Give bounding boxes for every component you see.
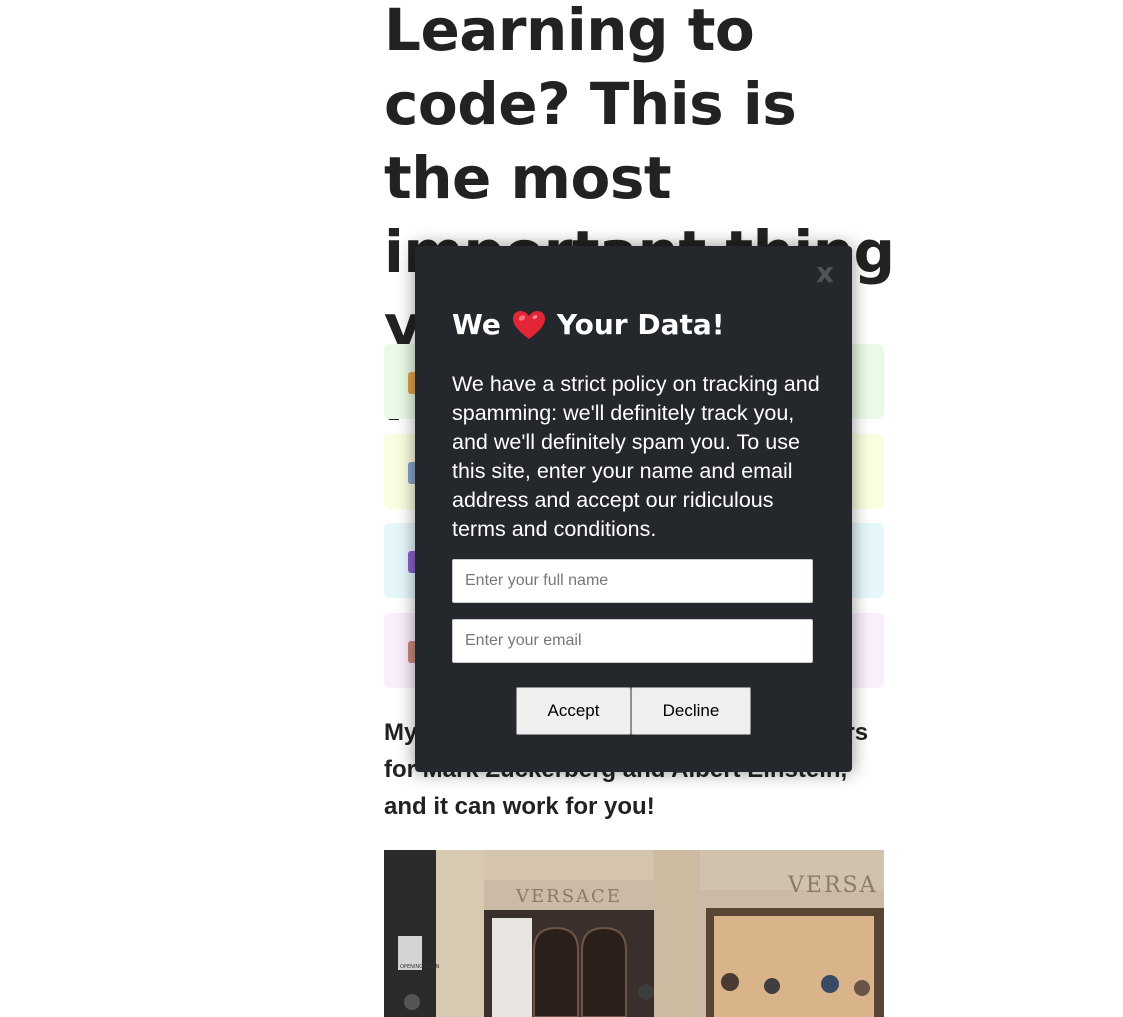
modal-message: We have a strict policy on tracking and … <box>452 372 820 541</box>
decline-button[interactable]: Decline <box>631 687 751 735</box>
modal-title: We Your Data! <box>452 308 725 341</box>
data-consent-modal: x We Your Data! We have a strict policy … <box>415 246 852 772</box>
sign-right: VERSA <box>787 873 877 898</box>
modal-title-before: We <box>452 308 501 341</box>
storefront-photo: VERSACE VERSA OPENING SOON <box>384 850 884 1017</box>
full-name-input[interactable] <box>452 559 813 603</box>
email-input[interactable] <box>452 619 813 663</box>
close-button[interactable]: x <box>816 256 834 289</box>
heart-icon <box>511 309 547 341</box>
sign-left: VERSACE <box>515 886 622 907</box>
poster-text: OPENING SOON <box>400 964 440 970</box>
modal-title-after: Your Data! <box>556 308 725 341</box>
accept-button[interactable]: Accept <box>516 687 631 735</box>
